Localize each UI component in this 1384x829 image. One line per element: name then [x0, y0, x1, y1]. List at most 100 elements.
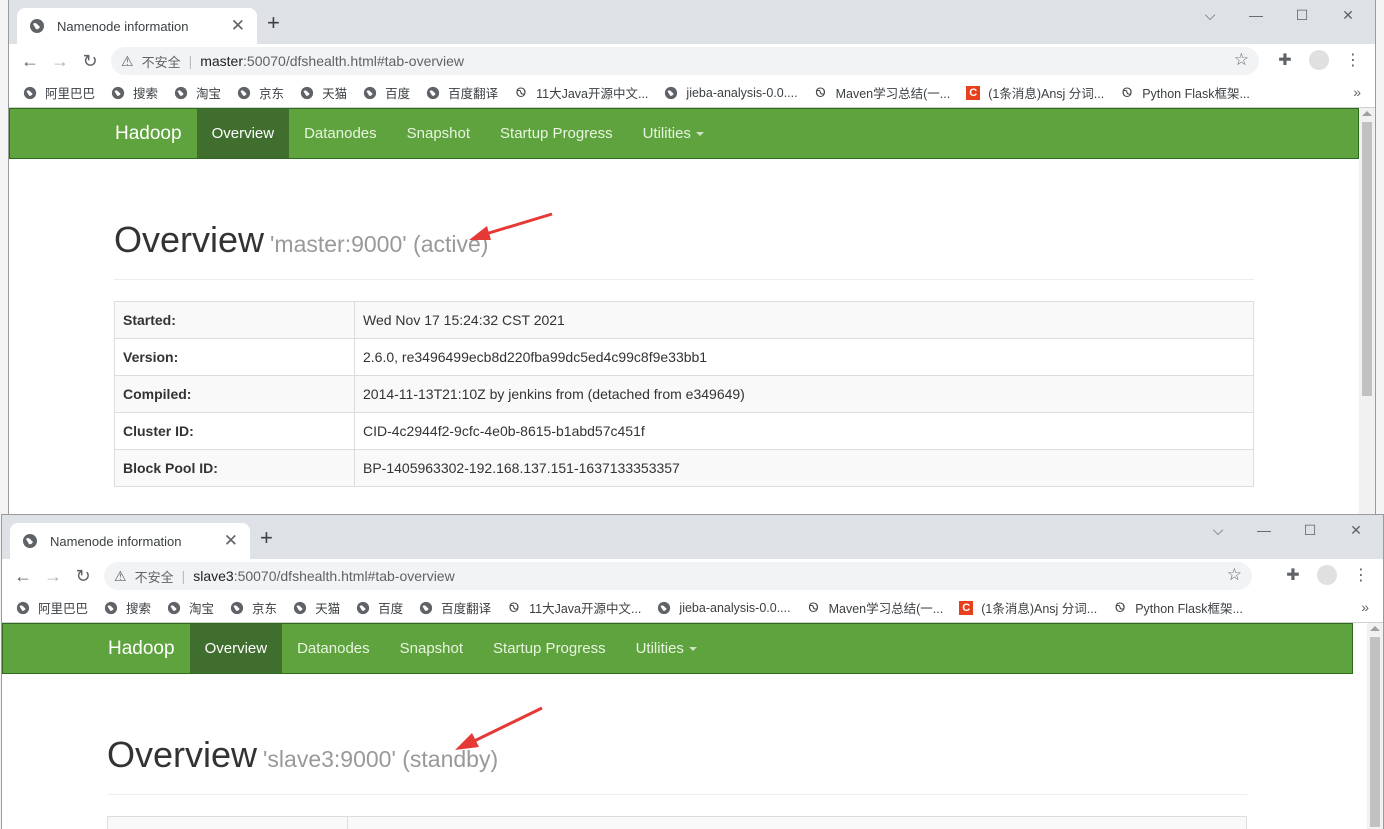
scrollbar-thumb[interactable]: [1362, 122, 1372, 396]
globe-icon: [657, 601, 671, 615]
back-button[interactable]: ←: [8, 561, 38, 591]
bookmark-item[interactable]: 阿里巴巴: [16, 598, 88, 617]
browser-tab[interactable]: Namenode information ✕: [10, 523, 250, 559]
hadoop-brand[interactable]: Hadoop: [100, 109, 197, 158]
nav-overview[interactable]: Overview: [189, 624, 283, 673]
reload-button[interactable]: ↻: [68, 561, 98, 591]
minimize-button[interactable]: —: [1241, 519, 1287, 541]
nav-overview[interactable]: Overview: [196, 109, 290, 158]
maximize-button[interactable]: ☐: [1287, 519, 1333, 541]
bookmark-item[interactable]: Ꮻ Maven学习总结(一...: [814, 83, 951, 102]
puzzle-icon[interactable]: ✚: [1273, 48, 1297, 72]
bookmark-item[interactable]: 天猫: [293, 598, 340, 617]
ansj-icon: Ꮻ: [1122, 84, 1133, 100]
nav-utilities[interactable]: Utilities: [628, 109, 719, 158]
address-bar[interactable]: ⚠ 不安全 | master :50070/dfshealth.html#tab…: [111, 47, 1259, 75]
star-icon[interactable]: ☆: [1227, 565, 1242, 585]
page-title: Overview'slave3:9000' (standby): [107, 734, 1247, 776]
nav-label: Datanodes: [304, 125, 377, 142]
bookmark-item[interactable]: Ꮻ Python Flask框架...: [1120, 83, 1250, 102]
bookmark-item[interactable]: 京东: [230, 598, 277, 617]
bookmark-item[interactable]: C (1条消息)Ansj 分词...: [966, 83, 1104, 102]
menu-icon[interactable]: ⋮: [1341, 48, 1365, 72]
hadoop-brand[interactable]: Hadoop: [93, 624, 190, 673]
chevron-right-icon[interactable]: »: [1361, 599, 1369, 615]
bookmark-item[interactable]: 搜索: [104, 598, 151, 617]
address-bar[interactable]: ⚠ 不安全 | slave3 :50070/dfshealth.html#tab…: [104, 562, 1252, 590]
globe-icon: [174, 86, 188, 100]
bookmark-item[interactable]: 百度: [356, 598, 403, 617]
bookmark-item[interactable]: 阿里巴巴: [23, 83, 95, 102]
bookmark-item[interactable]: 京东: [237, 83, 284, 102]
forward-button[interactable]: →: [38, 561, 68, 591]
chevron-down-icon[interactable]: ⌵: [1187, 4, 1233, 26]
bookmark-item[interactable]: jieba-analysis-0.0....: [657, 601, 791, 615]
bookmark-item[interactable]: 淘宝: [174, 83, 221, 102]
bookmark-item[interactable]: 百度翻译: [426, 83, 498, 102]
close-window-button[interactable]: ✕: [1325, 4, 1371, 26]
close-icon[interactable]: ✕: [224, 531, 238, 551]
nav-datanodes[interactable]: Datanodes: [282, 624, 385, 673]
scroll-up-icon[interactable]: [1362, 111, 1372, 116]
chevron-right-icon[interactable]: »: [1353, 84, 1361, 100]
new-tab-button[interactable]: +: [260, 527, 273, 549]
forward-button[interactable]: →: [45, 46, 75, 76]
bookmark-label: 京东: [259, 87, 285, 101]
bookmark-item[interactable]: 淘宝: [167, 598, 214, 617]
nav-startup-progress[interactable]: Startup Progress: [485, 109, 628, 158]
bookmark-label: 京东: [252, 602, 278, 616]
new-tab-button[interactable]: +: [267, 12, 280, 34]
globe-icon: [363, 86, 377, 100]
bookmark-item[interactable]: 百度: [363, 83, 410, 102]
tab-strip: Namenode information ✕ + ⌵ — ☐ ✕: [9, 0, 1375, 44]
toolbar-right: ✚ ⋮: [1281, 563, 1373, 587]
bookmark-label: 淘宝: [196, 87, 222, 101]
warning-icon[interactable]: ⚠: [114, 568, 127, 585]
globe-icon: [104, 601, 118, 615]
maximize-button[interactable]: ☐: [1279, 4, 1325, 26]
bookmark-label: 11大Java开源中文...: [536, 87, 649, 101]
chevron-down-icon[interactable]: ⌵: [1195, 519, 1241, 541]
scrollbar[interactable]: [1359, 108, 1375, 519]
bookmark-item[interactable]: 百度翻译: [419, 598, 491, 617]
avatar[interactable]: [1315, 563, 1339, 587]
close-window-button[interactable]: ✕: [1333, 519, 1379, 541]
nav-startup-progress[interactable]: Startup Progress: [478, 624, 621, 673]
url-path: :50070/dfshealth.html#tab-overview: [233, 568, 455, 584]
menu-icon[interactable]: ⋮: [1349, 563, 1373, 587]
security-label[interactable]: 不安全: [142, 52, 181, 71]
bookmark-item[interactable]: 天猫: [300, 83, 347, 102]
scroll-up-icon[interactable]: [1370, 626, 1380, 631]
puzzle-icon[interactable]: ✚: [1281, 563, 1305, 587]
security-label[interactable]: 不安全: [135, 567, 174, 586]
row-label: Block Pool ID:: [114, 449, 355, 487]
nav-snapshot[interactable]: Snapshot: [385, 624, 478, 673]
scrollbar[interactable]: [1367, 623, 1383, 829]
avatar[interactable]: [1307, 48, 1331, 72]
back-button[interactable]: ←: [15, 46, 45, 76]
browser-tab[interactable]: Namenode information ✕: [17, 8, 257, 44]
scrollbar-thumb[interactable]: [1370, 637, 1380, 827]
bookmark-item[interactable]: Ꮻ 11大Java开源中文...: [507, 598, 641, 617]
bookmark-item[interactable]: jieba-analysis-0.0....: [664, 86, 798, 100]
warning-icon[interactable]: ⚠: [121, 53, 134, 70]
nav-snapshot[interactable]: Snapshot: [392, 109, 485, 158]
ansj-icon: Ꮻ: [808, 599, 819, 615]
nav-datanodes[interactable]: Datanodes: [289, 109, 392, 158]
reload-button[interactable]: ↻: [75, 46, 105, 76]
ansj-icon: Ꮻ: [509, 599, 520, 615]
bookmarks-bar: 阿里巴巴 搜索 淘宝 京东 天猫 百度 百度翻译 Ꮻ 11大Java开源中文... jieba-a…: [9, 78, 1375, 108]
bookmark-label: 百度翻译: [441, 602, 492, 616]
bookmark-item[interactable]: Ꮻ Maven学习总结(一...: [807, 598, 944, 617]
browser-toolbar: ← → ↻ ⚠ 不安全 | master :50070/dfshealth.ht…: [9, 44, 1375, 78]
bookmark-item[interactable]: Ꮻ 11大Java开源中文...: [514, 83, 648, 102]
nav-utilities[interactable]: Utilities: [621, 624, 712, 673]
minimize-button[interactable]: —: [1233, 4, 1279, 26]
table-row: Block Pool ID: BP-1405963302-192.168.137.…: [114, 449, 1254, 487]
bookmark-item[interactable]: C (1条消息)Ansj 分词...: [959, 598, 1097, 617]
star-icon[interactable]: ☆: [1234, 50, 1249, 70]
bookmark-item[interactable]: 搜索: [111, 83, 158, 102]
bookmark-label: 百度: [385, 87, 411, 101]
bookmark-item[interactable]: Ꮻ Python Flask框架...: [1113, 598, 1243, 617]
close-icon[interactable]: ✕: [231, 16, 245, 36]
